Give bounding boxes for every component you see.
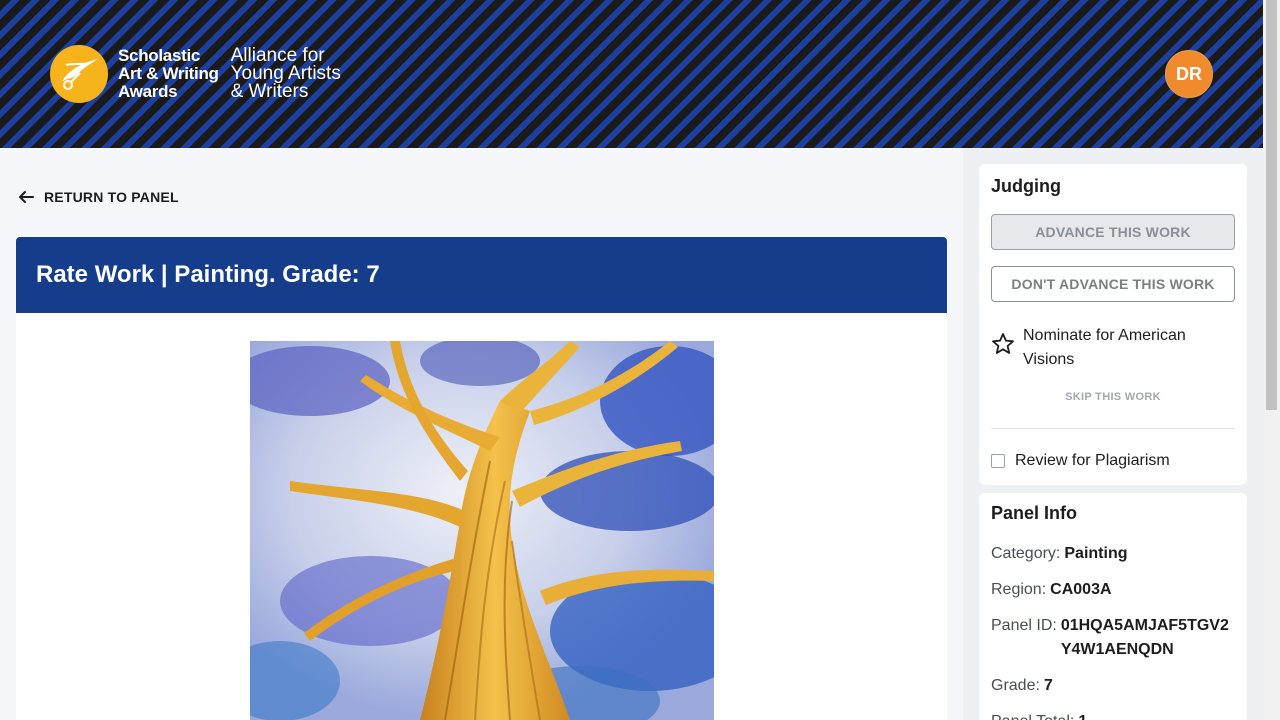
- panel-total-value: 1: [1078, 710, 1087, 720]
- category-value: Painting: [1064, 545, 1128, 562]
- region-value: CA003A: [1050, 581, 1112, 598]
- panel-id-label: Panel ID:: [991, 617, 1057, 634]
- return-label: RETURN TO PANEL: [44, 189, 179, 205]
- panel-info-title: Panel Info: [991, 503, 1078, 523]
- scholastic-logo[interactable]: Scholastic Art & Writing Awards Alliance…: [50, 45, 341, 103]
- artwork-image[interactable]: [250, 341, 714, 720]
- plagiarism-checkbox[interactable]: [991, 454, 1005, 468]
- page-title: Rate Work | Painting. Grade: 7: [36, 261, 380, 288]
- judging-title: Judging: [991, 176, 1061, 196]
- user-avatar[interactable]: DR: [1165, 50, 1213, 98]
- panel-total-row: Panel Total: 1: [991, 710, 1087, 720]
- scrollbar-thumb[interactable]: [1266, 0, 1277, 410]
- arrow-left-icon: [19, 191, 34, 203]
- logo-emblem-icon: [50, 45, 108, 103]
- grade-value: 7: [1043, 677, 1053, 694]
- site-header: Scholastic Art & Writing Awards Alliance…: [0, 0, 1263, 148]
- panel-info-card: Panel Info Category: Painting Region: CA…: [979, 493, 1247, 720]
- rate-work-header: Rate Work | Painting. Grade: 7: [16, 237, 947, 313]
- region-label: Region:: [991, 581, 1047, 598]
- return-to-panel-link[interactable]: RETURN TO PANEL: [18, 189, 179, 205]
- category-row: Category: Painting: [991, 542, 1127, 566]
- panel-total-label: Panel Total:: [991, 710, 1074, 720]
- panel-id-row: Panel ID: 01HQA5AMJAF5TGV2Y4W1AENQDN: [991, 614, 1233, 662]
- judging-card: Judging ADVANCE THIS WORK DON'T ADVANCE …: [979, 164, 1247, 485]
- advance-work-button[interactable]: ADVANCE THIS WORK: [991, 214, 1235, 250]
- skip-work-button[interactable]: SKIP THIS WORK: [979, 391, 1247, 403]
- panel-id-value: 01HQA5AMJAF5TGV2Y4W1AENQDN: [1060, 617, 1229, 658]
- star-icon: [992, 333, 1014, 354]
- logo-sub-text: Alliance for Young Artists & Writers: [230, 45, 341, 102]
- category-label: Category:: [991, 545, 1061, 562]
- divider: [991, 428, 1235, 429]
- dont-advance-work-button[interactable]: DON'T ADVANCE THIS WORK: [991, 266, 1235, 302]
- grade-row: Grade: 7: [991, 674, 1053, 698]
- grade-label: Grade:: [991, 677, 1040, 694]
- nominate-label: Nominate for American Visions: [1023, 327, 1186, 368]
- plagiarism-label: Review for Plagiarism: [1015, 452, 1170, 469]
- review-plagiarism-option[interactable]: Review for Plagiarism: [991, 452, 1170, 470]
- nominate-american-visions[interactable]: Nominate for American Visions: [991, 324, 1213, 372]
- logo-main-text: Scholastic Art & Writing Awards: [118, 46, 219, 101]
- region-row: Region: CA003A: [991, 578, 1112, 602]
